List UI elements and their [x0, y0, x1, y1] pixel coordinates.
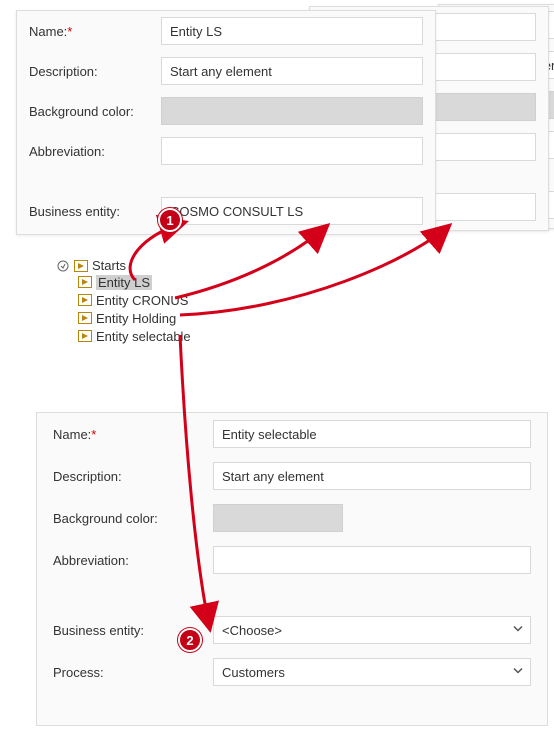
description-label: Description:: [53, 469, 213, 484]
process-dropdown[interactable]: Customers: [213, 658, 531, 686]
process-label: Process:: [53, 665, 213, 680]
tree-view: Starts Entity LS Entity CRONUS Entity Ho…: [56, 258, 191, 345]
start-element-icon: [78, 330, 92, 342]
folder-start-icon: [74, 260, 88, 272]
bgcolor-swatch[interactable]: [213, 504, 343, 532]
chevron-down-icon: [512, 623, 524, 638]
start-element-icon: [78, 312, 92, 324]
tree-item-entity-selectable[interactable]: Entity selectable: [78, 327, 191, 345]
chevron-down-icon: [512, 665, 524, 680]
business-entity-label: Business entity:: [29, 204, 161, 219]
business-entity-field[interactable]: [161, 197, 423, 225]
callout-badge-2: 2: [178, 628, 202, 652]
name-field[interactable]: [213, 420, 531, 448]
abbreviation-field[interactable]: [213, 546, 531, 574]
name-label: Name:*: [29, 24, 161, 39]
tree-item-entity-ls[interactable]: Entity LS: [78, 273, 191, 291]
tree-item-entity-cronus[interactable]: Entity CRONUS: [78, 291, 191, 309]
description-label: Description:: [29, 64, 161, 79]
dropdown-value: <Choose>: [222, 623, 282, 638]
tree-root-label: Starts: [92, 258, 126, 273]
abbreviation-field[interactable]: [161, 137, 423, 165]
tree-root[interactable]: Starts: [56, 258, 191, 273]
property-card-1: Name:* Description: Background color: Ab…: [16, 10, 436, 235]
tree-item-entity-holding[interactable]: Entity Holding: [78, 309, 191, 327]
description-field[interactable]: [213, 462, 531, 490]
callout-badge-1: 1: [158, 208, 182, 232]
abbreviation-label: Abbreviation:: [29, 144, 161, 159]
tree-item-label: Entity CRONUS: [96, 293, 188, 308]
start-element-icon: [78, 294, 92, 306]
abbreviation-label: Abbreviation:: [53, 553, 213, 568]
name-label: Name:*: [53, 427, 213, 442]
tree-item-label: Entity Holding: [96, 311, 176, 326]
collapse-icon[interactable]: [56, 259, 70, 273]
bgcolor-swatch[interactable]: [161, 97, 423, 125]
tree-item-label: Entity LS: [96, 275, 152, 290]
name-field[interactable]: [161, 17, 423, 45]
start-element-icon: [78, 276, 92, 288]
bgcolor-label: Background color:: [29, 104, 161, 119]
detail-panel: Name:* Description: Background color: Ab…: [36, 412, 548, 726]
business-entity-dropdown[interactable]: <Choose>: [213, 616, 531, 644]
dropdown-value: Customers: [222, 665, 285, 680]
bgcolor-label: Background color:: [53, 511, 213, 526]
description-field[interactable]: [161, 57, 423, 85]
tree-item-label: Entity selectable: [96, 329, 191, 344]
